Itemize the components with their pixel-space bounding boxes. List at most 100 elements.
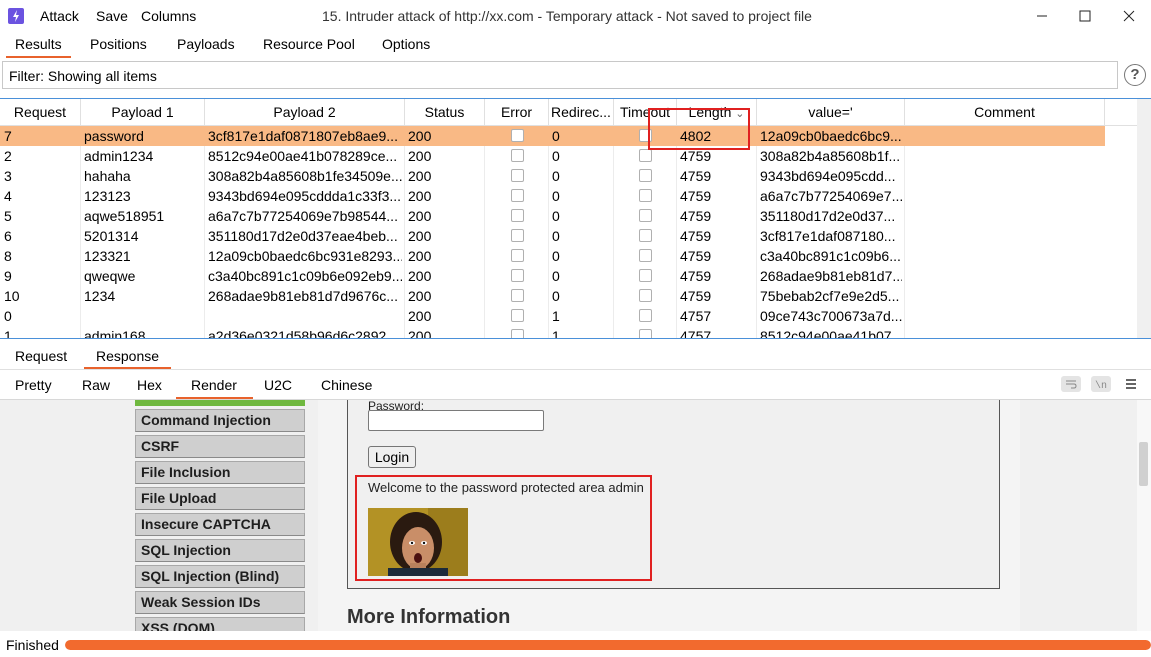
tab-request[interactable]: Request	[15, 348, 67, 364]
tab-raw[interactable]: Raw	[82, 377, 110, 393]
tab-u2c[interactable]: U2C	[264, 377, 292, 393]
tab-hex[interactable]: Hex	[137, 377, 162, 393]
column-redirects[interactable]: Redirec...	[549, 99, 614, 126]
column-payload-2[interactable]: Payload 2	[205, 99, 405, 126]
tab-response[interactable]: Response	[84, 348, 172, 369]
timeout-checkbox	[639, 289, 652, 302]
table-row[interactable]: 10 1234 268adae9b81eb81d7d9676c... 200 0 4759…	[0, 286, 1105, 306]
cell-p1: admin168	[84, 328, 146, 339]
menu-weak-session-ids[interactable]: Weak Session IDs	[135, 591, 305, 614]
cell-status: 200	[408, 328, 432, 339]
error-checkbox	[511, 309, 524, 322]
table-row[interactable]: 5 aqwe518951 a6a7c7b77254069e7b98544... 200…	[0, 206, 1105, 226]
table-row[interactable]: 3 hahaha 308a82b4a85608b1fe34509e... 200 0 47…	[0, 166, 1105, 186]
column-status[interactable]: Status	[405, 99, 485, 126]
table-row[interactable]: 7 password 3cf817e1daf0871807eb8ae9... 200 0…	[0, 126, 1105, 146]
cell-status: 200	[408, 208, 432, 224]
password-field[interactable]	[368, 410, 544, 431]
cell-req: 5	[4, 208, 12, 224]
minimize-icon[interactable]	[1032, 6, 1052, 26]
cell-status: 200	[408, 308, 432, 324]
cell-p2: 268adae9b81eb81d7d9676c...	[208, 288, 398, 304]
table-row[interactable]: 0 200 1 4757 09ce743c700673a7d...	[0, 306, 1105, 326]
cell-value: c3a40bc891c1c09b6...	[760, 248, 901, 264]
menu-icon[interactable]	[1123, 376, 1139, 392]
timeout-checkbox	[639, 229, 652, 242]
cell-req: 0	[4, 308, 12, 324]
tab-results[interactable]: Results	[6, 36, 71, 58]
tab-positions[interactable]: Positions	[90, 36, 147, 52]
menu-attack[interactable]: Attack	[40, 8, 79, 24]
help-icon[interactable]: ?	[1124, 64, 1146, 86]
burp-app-icon	[8, 8, 24, 24]
active-menu-item[interactable]	[135, 400, 305, 406]
wrap-icon[interactable]	[1061, 376, 1081, 392]
filter-bar[interactable]: Filter: Showing all items	[2, 61, 1118, 89]
status-text: Finished	[6, 637, 59, 653]
render-scrollbar-thumb[interactable]	[1139, 442, 1148, 486]
response-view-tabs: Pretty Raw Hex Render U2C Chinese	[0, 372, 1151, 399]
table-row[interactable]: 8 123321 12a09cb0baedc6bc931e8293... 200 0 47…	[0, 246, 1105, 266]
more-information-heading: More Information	[347, 606, 511, 628]
error-checkbox	[511, 229, 524, 242]
menu-sql-injection-blind[interactable]: SQL Injection (Blind)	[135, 565, 305, 588]
table-header: Request Payload 1 Payload 2 Status Error…	[0, 99, 1137, 126]
attack-tabs: Results Positions Payloads Resource Pool…	[0, 33, 1151, 58]
cell-p2: 8512c94e00ae41b078289ce...	[208, 148, 398, 164]
newline-icon[interactable]: \n	[1091, 376, 1111, 392]
table-row[interactable]: 6 5201314 351180d17d2e0d37eae4beb... 200 0 47…	[0, 226, 1105, 246]
tab-render[interactable]: Render	[176, 377, 253, 399]
table-scrollbar[interactable]	[1137, 99, 1151, 338]
svg-text:\n: \n	[1095, 380, 1107, 392]
cell-value: 9343bd694e095cdd...	[760, 168, 896, 184]
table-row[interactable]: 9 qweqwe c3a40bc891c1c09b6e092eb9... 200 0 47…	[0, 266, 1105, 286]
cell-p1	[84, 306, 202, 326]
menu-xss-dom[interactable]: XSS (DOM)	[135, 617, 305, 631]
column-value[interactable]: value='	[757, 99, 905, 126]
cell-length: 4759	[680, 228, 712, 244]
menu-file-upload[interactable]: File Upload	[135, 487, 305, 510]
progress-fill	[65, 640, 1151, 650]
cell-status: 200	[408, 268, 432, 284]
cell-p2: 12a09cb0baedc6bc931e8293...	[208, 248, 402, 264]
maximize-icon[interactable]	[1075, 6, 1095, 26]
tab-resource-pool[interactable]: Resource Pool	[263, 36, 355, 52]
table-row[interactable]: 2 admin1234 8512c94e00ae41b078289ce... 200 0…	[0, 146, 1105, 166]
render-scrollbar[interactable]	[1137, 400, 1151, 631]
menu-csrf[interactable]: CSRF	[135, 435, 305, 458]
error-checkbox	[511, 249, 524, 262]
menu-file-inclusion[interactable]: File Inclusion	[135, 461, 305, 484]
menu-sql-injection[interactable]: SQL Injection	[135, 539, 305, 562]
cell-status: 200	[408, 248, 432, 264]
cell-redir: 1	[552, 308, 560, 324]
cell-p2: 9343bd694e095cddda1c33f3...	[208, 188, 402, 204]
column-request[interactable]: Request	[0, 99, 81, 126]
request-response-tabs: Request Response	[0, 340, 1151, 370]
column-comment[interactable]: Comment	[905, 99, 1105, 126]
error-checkbox	[511, 169, 524, 182]
cell-redir: 0	[552, 148, 560, 164]
table-row[interactable]: 1 admin168 a2d36e0321d58b96d6c2892... 200 1 4…	[0, 326, 1105, 339]
tab-options[interactable]: Options	[382, 36, 430, 52]
tab-chinese[interactable]: Chinese	[321, 377, 372, 393]
cell-value: 308a82b4a85608b1f...	[760, 148, 901, 164]
close-icon[interactable]	[1119, 6, 1139, 26]
menu-columns[interactable]: Columns	[141, 8, 196, 24]
cell-req: 2	[4, 148, 12, 164]
menu-command-injection[interactable]: Command Injection	[135, 409, 305, 432]
cell-length: 4757	[680, 308, 712, 324]
cell-value: 75bebab2cf7e9e2d5...	[760, 288, 900, 304]
cell-req: 3	[4, 168, 12, 184]
menu-save[interactable]: Save	[96, 8, 128, 24]
login-button[interactable]: Login	[368, 446, 416, 468]
cell-length: 4757	[680, 328, 712, 339]
tab-pretty[interactable]: Pretty	[15, 377, 52, 393]
column-payload-1[interactable]: Payload 1	[81, 99, 205, 126]
error-checkbox	[511, 129, 524, 142]
column-error[interactable]: Error	[485, 99, 549, 126]
table-row[interactable]: 4 123123 9343bd694e095cddda1c33f3... 200 0 47…	[0, 186, 1105, 206]
tab-payloads[interactable]: Payloads	[177, 36, 235, 52]
menu-insecure-captcha[interactable]: Insecure CAPTCHA	[135, 513, 305, 536]
cell-status: 200	[408, 228, 432, 244]
cell-redir: 0	[552, 288, 560, 304]
